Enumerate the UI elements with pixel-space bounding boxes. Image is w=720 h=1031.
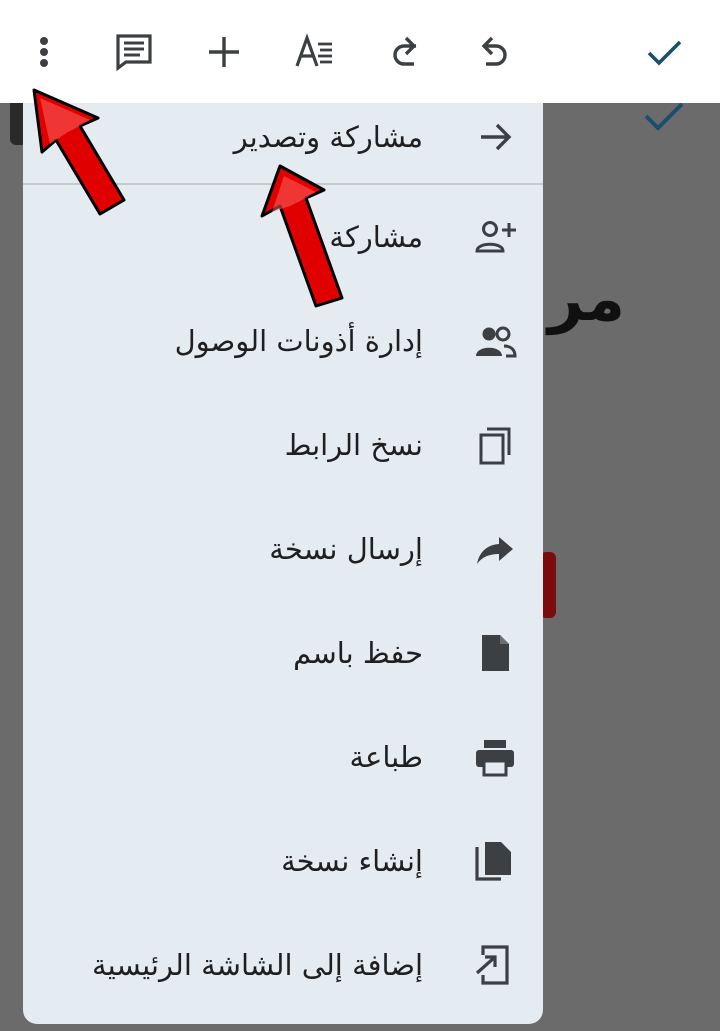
menu-item-label: حفظ باسم: [293, 636, 423, 670]
add-to-home-icon: [471, 941, 519, 989]
annotation-arrow-menu-button: [32, 88, 126, 216]
more-vert-icon: [40, 37, 48, 67]
menu-item-label: طباعة: [349, 740, 423, 774]
menu-item-label: مشاركة وتصدير: [233, 120, 423, 154]
redo-button[interactable]: [376, 24, 432, 80]
insert-button[interactable]: [196, 24, 252, 80]
menu-item-label: إنشاء نسخة: [281, 844, 423, 878]
file-copy-icon: [471, 837, 519, 885]
people-icon: [471, 317, 519, 365]
menu-item-print[interactable]: طباعة: [23, 705, 543, 809]
menu-item-label: إضافة إلى الشاشة الرئيسية: [92, 948, 423, 982]
menu-item-add-to-home[interactable]: إضافة إلى الشاشة الرئيسية: [23, 913, 543, 1017]
menu-item-label: نسخ الرابط: [284, 428, 423, 462]
comment-icon: [116, 34, 152, 72]
annotation-arrow-share-export: [260, 164, 344, 308]
text-format-button[interactable]: [286, 24, 342, 80]
check-icon: [647, 40, 682, 66]
done-button[interactable]: [636, 24, 692, 80]
menu-item-copy-link[interactable]: نسخ الرابط: [23, 393, 543, 497]
text-format-icon: [295, 33, 332, 67]
menu-item-save-as[interactable]: حفظ باسم: [23, 601, 543, 705]
undo-button[interactable]: [466, 24, 522, 80]
print-icon: [471, 733, 519, 781]
share-arrow-icon: [471, 525, 519, 573]
menu-item-label: إرسال نسخة: [269, 532, 423, 566]
menu-item-send-copy[interactable]: إرسال نسخة: [23, 497, 543, 601]
arrow-forward-icon: [471, 113, 519, 161]
menu-item-make-copy[interactable]: إنشاء نسخة: [23, 809, 543, 913]
copy-icon: [471, 421, 519, 469]
undo-icon: [481, 36, 507, 66]
person-add-icon: [471, 213, 519, 261]
redo-icon: [393, 36, 417, 66]
add-icon: [209, 37, 239, 67]
background-document-text: مر: [548, 262, 625, 335]
menu-item-label: إدارة أذونات الوصول: [174, 324, 423, 358]
file-icon: [471, 629, 519, 677]
